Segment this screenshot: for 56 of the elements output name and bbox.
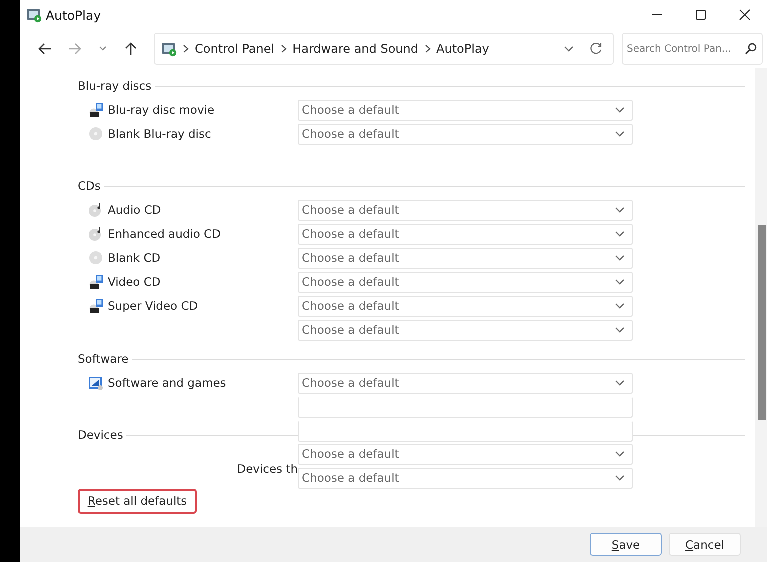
- dropdown-field[interactable]: Choose a default: [298, 272, 633, 292]
- search-field[interactable]: Search Control Pan...: [622, 33, 763, 65]
- search-icon: [745, 43, 757, 55]
- maximize-icon: [695, 9, 707, 21]
- refresh-icon[interactable]: [589, 42, 603, 56]
- dropdown-field[interactable]: Choose a default: [298, 200, 633, 220]
- section-heading: Software: [78, 352, 130, 366]
- dropdown-field[interactable]: Choose a default: [298, 468, 633, 488]
- up-arrow-icon: [124, 42, 138, 56]
- close-icon: [739, 9, 751, 21]
- window-title: AutoPlay: [46, 8, 102, 22]
- cancel-button[interactable]: Cancel: [669, 533, 741, 556]
- breadcrumb-link[interactable]: Hardware and Sound: [292, 42, 419, 56]
- dropdown-field[interactable]: Choose a default: [298, 124, 633, 144]
- music-disc-icon: [88, 226, 104, 242]
- program-window-icon: [88, 375, 104, 391]
- item-label: Audio CD: [108, 203, 162, 217]
- dropdown-field[interactable]: Choose a default: [298, 444, 633, 464]
- item-label: Blank CD: [108, 251, 161, 265]
- reset-defaults-button[interactable]: Reset all defaults: [78, 488, 197, 514]
- chevron-down-icon: [98, 45, 108, 53]
- autoplay-icon: [26, 7, 42, 23]
- scrollbar-thumb[interactable]: [758, 225, 766, 420]
- item-label: Enhanced audio CD: [108, 227, 221, 241]
- item-label: Super Video CD: [108, 299, 198, 313]
- dropdown-field[interactable]: Choose a default: [298, 100, 633, 120]
- dropdown-field[interactable]: Choose a default: [298, 248, 633, 268]
- item-label: Blu-ray disc movie: [108, 103, 215, 117]
- dropdown-field[interactable]: Choose a default: [298, 296, 633, 316]
- dropdown-field[interactable]: [298, 396, 633, 418]
- autoplay-icon: [161, 41, 177, 57]
- breadcrumb-link[interactable]: AutoPlay: [436, 42, 490, 56]
- dropdown-field[interactable]: Choose a default: [298, 320, 633, 340]
- music-disc-icon: [88, 202, 104, 218]
- dropdown-field[interactable]: [298, 421, 633, 442]
- section-heading: CDs: [78, 179, 102, 193]
- item-label: Software and games: [108, 376, 226, 390]
- chevron-right-icon: [424, 44, 432, 54]
- section-heading: Devices: [78, 428, 124, 442]
- save-button[interactable]: Save: [590, 533, 662, 556]
- disc-icon: [88, 126, 104, 142]
- chevron-right-icon: [280, 44, 288, 54]
- dropdown-field[interactable]: Choose a default: [298, 224, 633, 244]
- info-text: Devices th: [237, 462, 298, 476]
- item-label: Blank Blu-ray disc: [108, 127, 212, 141]
- monitor-disc-icon: [88, 298, 104, 314]
- breadcrumb-link[interactable]: Control Panel: [195, 42, 275, 56]
- dropdown-field[interactable]: Choose a default: [298, 372, 633, 394]
- monitor-disc-icon: [88, 274, 104, 290]
- section-heading: Blu-ray discs: [78, 79, 153, 93]
- address-bar[interactable]: Control Panel Hardware and Sound AutoPlay: [154, 33, 614, 65]
- chevron-right-icon: [182, 44, 190, 54]
- disc-icon: [88, 250, 104, 266]
- scrollbar[interactable]: [755, 68, 767, 527]
- item-label: Video CD: [108, 275, 161, 289]
- monitor-disc-icon: [88, 102, 104, 118]
